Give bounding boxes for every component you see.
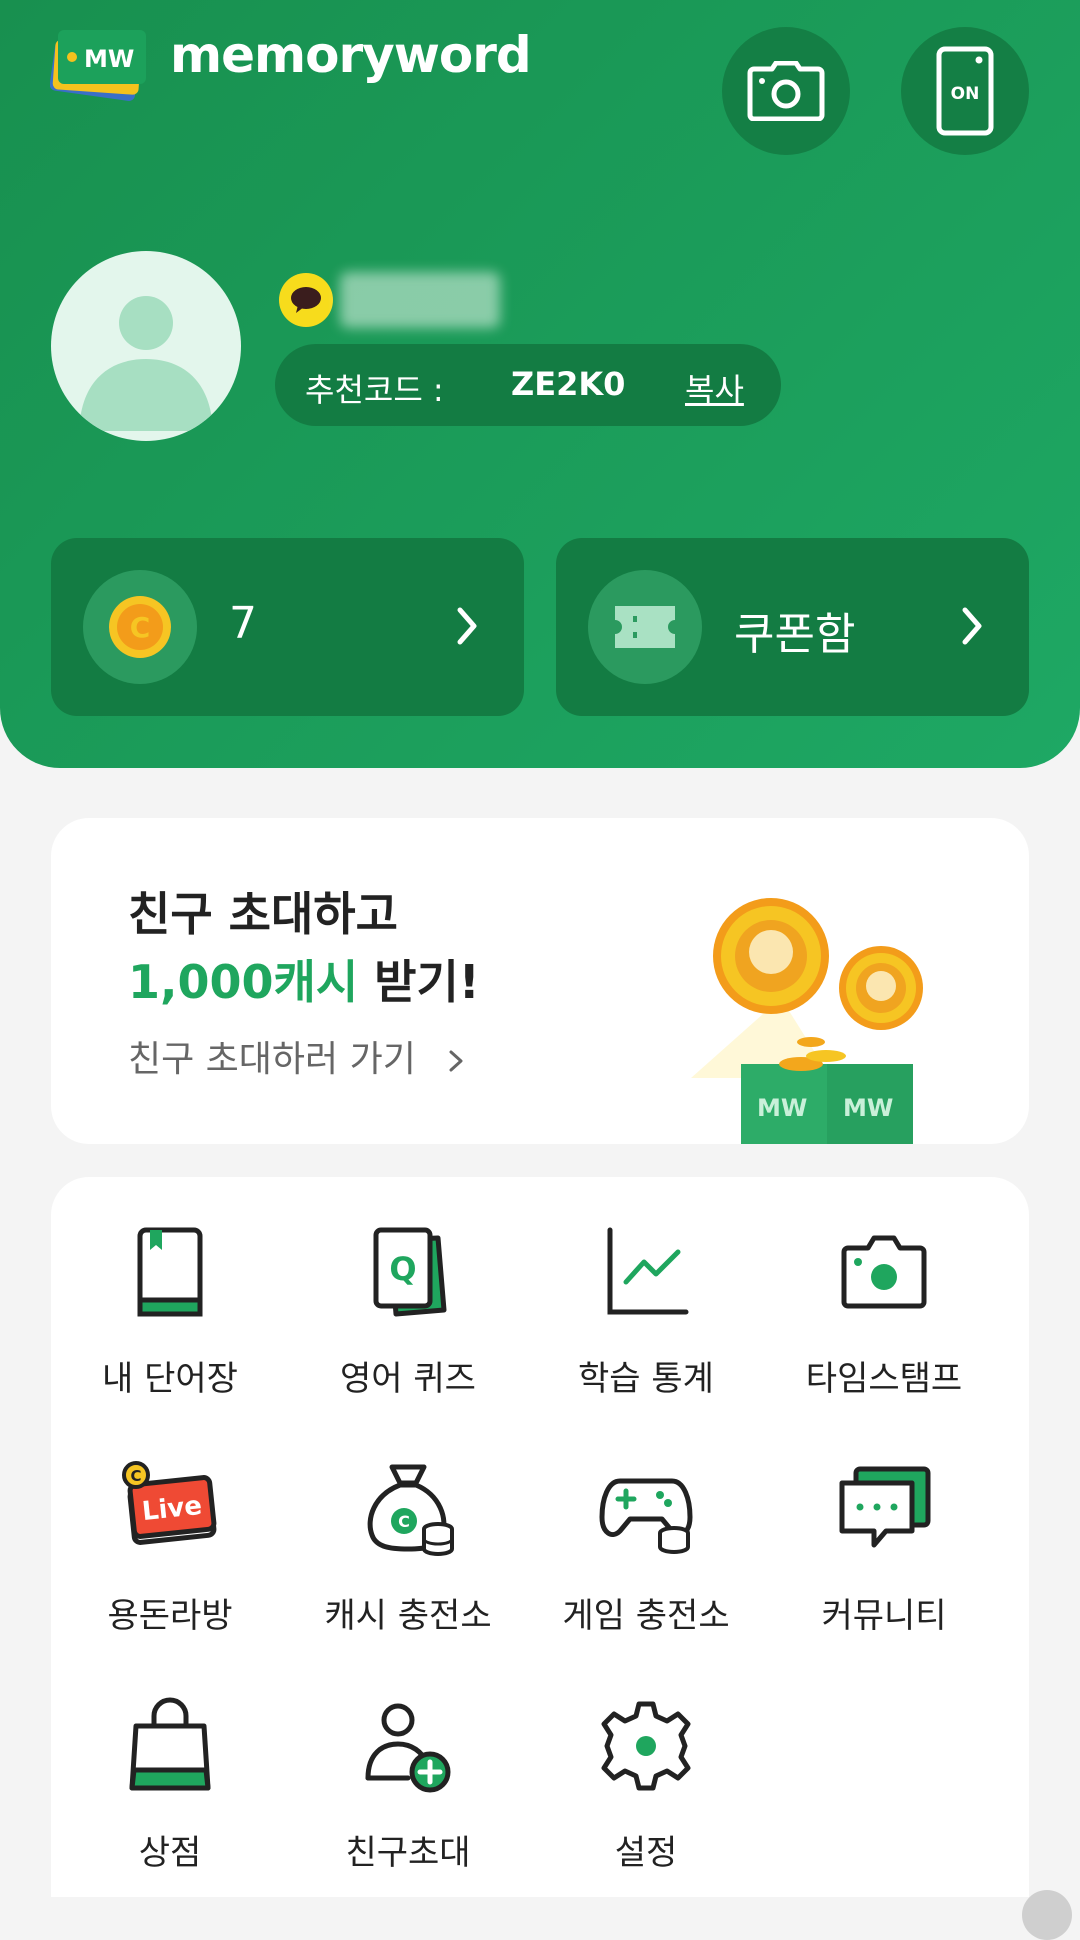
referral-code: ZE2K0 bbox=[511, 365, 626, 403]
menu-label: 게임 충전소 bbox=[562, 1596, 730, 1636]
coin-icon: C bbox=[83, 570, 197, 684]
coupon-box-card[interactable]: 쿠폰함 bbox=[556, 538, 1029, 716]
money-bag-icon: C bbox=[367, 1464, 454, 1556]
menu-settings[interactable]: 설정 bbox=[527, 1651, 765, 1873]
chevron-right-icon bbox=[962, 607, 982, 645]
invite-title: 친구 초대하고 bbox=[128, 887, 398, 941]
svg-text:Live: Live bbox=[141, 1491, 204, 1527]
default-user-icon bbox=[79, 296, 213, 431]
menu-label: 설정 bbox=[614, 1833, 678, 1873]
menu-cash-charging[interactable]: C 캐시 충전소 bbox=[289, 1414, 527, 1636]
svg-text:MW: MW bbox=[84, 45, 134, 73]
ticket-icon bbox=[588, 570, 702, 684]
menu-english-quiz[interactable]: Q 영어 퀴즈 bbox=[289, 1177, 527, 1399]
kakao-icon bbox=[279, 273, 333, 327]
live-icon: Live C bbox=[122, 1461, 217, 1545]
camera-icon bbox=[841, 1235, 927, 1309]
camera-button[interactable] bbox=[722, 27, 850, 155]
svg-text:MW: MW bbox=[757, 1094, 807, 1122]
menu-invite-friend[interactable]: 친구초대 bbox=[289, 1651, 527, 1873]
coupon-label: 쿠폰함 bbox=[734, 609, 856, 660]
menu-my-wordbook[interactable]: 내 단어장 bbox=[51, 1177, 289, 1399]
menu-label: 내 단어장 bbox=[102, 1359, 238, 1399]
menu-learning-stats[interactable]: 학습 통계 bbox=[527, 1177, 765, 1399]
svg-text:MW: MW bbox=[843, 1094, 893, 1122]
profile-header: MW memoryword ON 추천코드 : ZE2K0 복사 C 7 쿠폰함 bbox=[0, 0, 1080, 768]
svg-text:ON: ON bbox=[951, 84, 980, 104]
copy-code-button[interactable]: 복사 bbox=[685, 365, 744, 411]
add-user-icon bbox=[365, 1703, 451, 1793]
chevron-right-icon bbox=[457, 607, 477, 645]
menu-shop[interactable]: 상점 bbox=[51, 1651, 289, 1873]
user-name-blurred bbox=[340, 272, 500, 328]
shopping-bag-icon bbox=[129, 1697, 211, 1791]
chat-bubble-icon bbox=[839, 1466, 931, 1548]
invite-link[interactable]: 친구 초대하러 가기 bbox=[128, 1030, 471, 1082]
floating-scroll-button[interactable] bbox=[1022, 1890, 1072, 1940]
menu-allowance-live[interactable]: Live C 용돈라방 bbox=[51, 1414, 289, 1636]
memoryword-logo: MW bbox=[50, 30, 146, 101]
menu-label: 영어 퀴즈 bbox=[340, 1359, 476, 1399]
menu-label: 용돈라방 bbox=[107, 1596, 233, 1636]
menu-label: 타임스탬프 bbox=[805, 1359, 963, 1399]
camera-icon bbox=[747, 61, 825, 121]
invite-reward-amount: 1,000캐시 bbox=[128, 955, 359, 1009]
gamepad-icon bbox=[599, 1478, 693, 1554]
menu-label: 친구초대 bbox=[345, 1833, 471, 1873]
referral-label: 추천코드 : bbox=[305, 371, 444, 409]
referral-code-pill: 추천코드 : ZE2K0 복사 bbox=[275, 344, 781, 426]
menu-label: 학습 통계 bbox=[578, 1359, 714, 1399]
invite-friend-banner[interactable]: 친구 초대하고 1,000캐시 받기! 친구 초대하러 가기 MW MW bbox=[51, 818, 1029, 1144]
brand-name: memoryword bbox=[170, 26, 532, 84]
coin-box-illustration: MW MW bbox=[691, 898, 923, 1144]
svg-text:C: C bbox=[398, 1512, 410, 1531]
menu-label: 캐시 충전소 bbox=[324, 1596, 492, 1636]
menu-timestamp[interactable]: 타임스탬프 bbox=[765, 1177, 1003, 1399]
menu-grid: 내 단어장 Q 영어 퀴즈 학습 통계 타임스탬프 Live C 용돈라방 C … bbox=[51, 1177, 1029, 1897]
gear-icon bbox=[601, 1701, 691, 1791]
invite-reward: 1,000캐시 받기! bbox=[128, 946, 480, 1012]
book-icon bbox=[137, 1227, 203, 1317]
line-chart-icon bbox=[607, 1227, 689, 1315]
menu-game-charging[interactable]: 게임 충전소 bbox=[527, 1414, 765, 1636]
avatar[interactable] bbox=[51, 251, 241, 441]
cash-balance-card[interactable]: C 7 bbox=[51, 538, 524, 716]
svg-text:C: C bbox=[130, 611, 151, 644]
cash-count: 7 bbox=[229, 598, 257, 649]
menu-label: 커뮤니티 bbox=[821, 1596, 947, 1636]
svg-text:C: C bbox=[130, 1467, 141, 1485]
quiz-card-icon: Q bbox=[373, 1227, 447, 1317]
svg-text:Q: Q bbox=[389, 1250, 416, 1288]
lock-screen-toggle-button[interactable]: ON bbox=[901, 27, 1029, 155]
menu-label: 상점 bbox=[138, 1833, 202, 1873]
phone-on-icon: ON bbox=[936, 46, 994, 136]
menu-community[interactable]: 커뮤니티 bbox=[765, 1414, 1003, 1636]
invite-link-text: 친구 초대하러 가기 bbox=[128, 1039, 416, 1080]
chevron-right-icon bbox=[449, 1050, 463, 1072]
invite-reward-suffix: 받기! bbox=[358, 955, 480, 1009]
